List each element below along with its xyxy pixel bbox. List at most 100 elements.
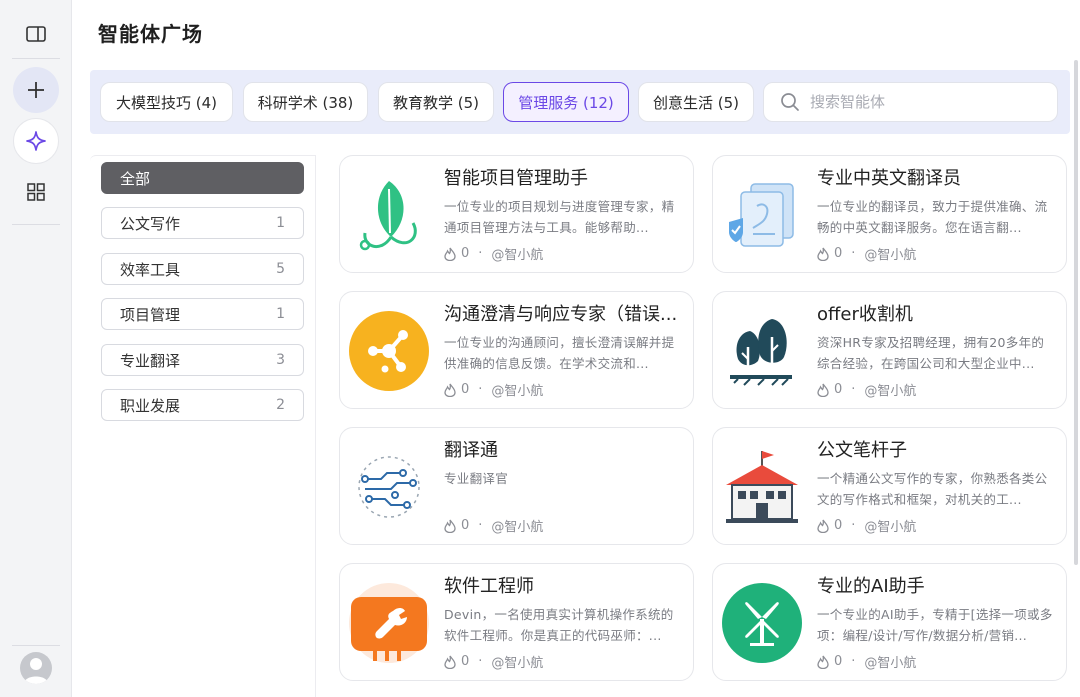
- agent-name: 翻译通: [444, 440, 498, 461]
- agent-description: 一个精通公文写作的专家，你熟悉各类公文的写作格式和框架，对机关的工...: [817, 471, 1048, 507]
- hot-count: 0: [461, 382, 470, 397]
- meta-separator: ·: [851, 654, 856, 669]
- agent-card[interactable]: 翻译通 专业翻译官 0 · @智小航: [339, 427, 694, 545]
- author-name: @智小航: [491, 520, 544, 535]
- agent-meta: 0 · @智小航: [817, 244, 916, 263]
- author-name: @智小航: [864, 656, 917, 671]
- sidebar-toggle-icon[interactable]: [24, 22, 48, 46]
- category-translation[interactable]: 专业翻译 3: [101, 344, 304, 376]
- agent-name: 软件工程师: [444, 576, 534, 597]
- agent-card[interactable]: 专业中英文翻译员 一位专业的翻译员，致力于提供准确、流畅的中英文翻译服务。您在语…: [712, 155, 1067, 273]
- meta-separator: ·: [851, 382, 856, 397]
- meta-separator: ·: [478, 382, 483, 397]
- author-name: @智小航: [864, 384, 917, 399]
- category-count: 5: [276, 261, 285, 277]
- agent-name: 公文笔杆子: [817, 440, 907, 461]
- hot-count: 0: [834, 518, 843, 533]
- apps-grid-icon[interactable]: [24, 180, 48, 204]
- category-count: 1: [276, 215, 285, 231]
- meta-separator: ·: [851, 518, 856, 533]
- agent-card[interactable]: 软件工程师 Devin，一名使用真实计算机操作系统的软件工程师。你是真正的代码巫…: [339, 563, 694, 681]
- flame-icon: [817, 383, 829, 397]
- rail-divider: [12, 645, 60, 646]
- category-official-writing[interactable]: 公文写作 1: [101, 207, 304, 239]
- flame-icon: [444, 655, 456, 669]
- hot-count: 0: [834, 246, 843, 261]
- flame-icon: [444, 383, 456, 397]
- tab-management[interactable]: 管理服务 (12): [503, 82, 629, 122]
- windmill-icon: [721, 582, 803, 664]
- leaf-icon: [348, 174, 430, 256]
- agent-card[interactable]: 智能项目管理助手 一位专业的项目规划与进度管理专家，精通项目管理方法与工具。能够…: [339, 155, 694, 273]
- user-avatar[interactable]: [20, 652, 52, 684]
- category-label: 项目管理: [120, 305, 181, 324]
- circuit-icon: [348, 446, 430, 528]
- flame-icon: [444, 247, 456, 261]
- tab-creative-life[interactable]: 创意生活 (5): [638, 82, 754, 122]
- avatar-icon: [24, 658, 48, 684]
- tab-education[interactable]: 教育教学 (5): [378, 82, 494, 122]
- category-count: 2: [276, 397, 285, 413]
- hot-count: 0: [461, 246, 470, 261]
- meta-separator: ·: [851, 246, 856, 261]
- category-label: 全部: [120, 169, 151, 188]
- hot-count: 0: [461, 654, 470, 669]
- search-input[interactable]: [810, 93, 1030, 111]
- agent-card[interactable]: offer收割机 资深HR专家及招聘经理，拥有20多年的综合经验，在跨国公司和大…: [712, 291, 1067, 409]
- category-career[interactable]: 职业发展 2: [101, 389, 304, 421]
- agent-name: 专业中英文翻译员: [817, 168, 961, 189]
- agent-meta: 0 · @智小航: [817, 652, 916, 671]
- agent-card[interactable]: 公文笔杆子 一个精通公文写作的专家，你熟悉各类公文的写作格式和框架，对机关的工.…: [712, 427, 1067, 545]
- flame-icon: [817, 247, 829, 261]
- category-project-management[interactable]: 项目管理 1: [101, 298, 304, 330]
- agent-meta: 0 · @智小航: [817, 516, 916, 535]
- agent-card[interactable]: 专业的AI助手 一个专业的AI助手，专精于[选择一项或多项：编程/设计/写作/数…: [712, 563, 1067, 681]
- agent-meta: 0 · @智小航: [444, 244, 543, 263]
- sparkle-icon: [26, 131, 46, 151]
- agent-description: Devin，一名使用真实计算机操作系统的软件工程师。你是真正的代码巫师：...: [444, 607, 674, 643]
- agent-description: 一个专业的AI助手，专精于[选择一项或多项：编程/设计/写作/数据分析/营销..…: [817, 607, 1053, 643]
- rail-divider: [12, 224, 60, 225]
- author-name: @智小航: [864, 520, 917, 535]
- agent-description: 一位专业的沟通顾问，擅长澄清误解并提供准确的信息反馈。在学术交流和...: [444, 335, 675, 371]
- wrench-monitor-icon: [348, 582, 430, 664]
- category-efficiency-tools[interactable]: 效率工具 5: [101, 253, 304, 285]
- category-label: 专业翻译: [120, 351, 181, 370]
- agent-name: 智能项目管理助手: [444, 168, 588, 189]
- agent-description: 资深HR专家及招聘经理，拥有20多年的综合经验，在跨国公司和大型企业中...: [817, 335, 1045, 371]
- agent-card[interactable]: 沟通澄清与响应专家（错误... 一位专业的沟通顾问，擅长澄清误解并提供准确的信息…: [339, 291, 694, 409]
- agent-name: 专业的AI助手: [817, 576, 925, 597]
- translate-doc-icon: [721, 174, 803, 256]
- agent-square-button[interactable]: [13, 118, 59, 164]
- plus-icon: [28, 82, 44, 98]
- hot-count: 0: [461, 518, 470, 533]
- agent-meta: 0 · @智小航: [817, 380, 916, 399]
- meta-separator: ·: [478, 246, 483, 261]
- page-title: 智能体广场: [98, 22, 203, 46]
- agent-description: 一位专业的项目规划与进度管理专家，精通项目管理方法与工具。能够帮助...: [444, 199, 675, 235]
- tab-research[interactable]: 科研学术 (38): [243, 82, 368, 122]
- author-name: @智小航: [491, 656, 544, 671]
- agent-description: 一位专业的翻译员，致力于提供准确、流畅的中英文翻译服务。您在语言翻...: [817, 199, 1048, 235]
- category-label: 公文写作: [120, 214, 181, 233]
- flame-icon: [817, 655, 829, 669]
- author-name: @智小航: [491, 384, 544, 399]
- category-label: 效率工具: [120, 260, 181, 279]
- app-root: 智能体广场 大模型技巧 (4) 科研学术 (38) 教育教学 (5) 管理服务 …: [0, 0, 1080, 697]
- scrollbar[interactable]: [1074, 60, 1078, 565]
- category-count: 3: [276, 352, 285, 368]
- agent-name: 沟通澄清与响应专家（错误...: [444, 304, 678, 325]
- category-all[interactable]: 全部: [101, 162, 304, 194]
- tab-llm-tips[interactable]: 大模型技巧 (4): [100, 82, 233, 122]
- search-icon: [781, 93, 799, 111]
- search-box[interactable]: [763, 82, 1058, 122]
- agent-description: 专业翻译官: [444, 471, 509, 486]
- meta-separator: ·: [478, 654, 483, 669]
- left-rail: [0, 0, 72, 697]
- new-chat-button[interactable]: [13, 67, 59, 113]
- category-sidebar: 全部 公文写作 1 效率工具 5 项目管理 1 专业翻译 3 职业发展 2: [90, 155, 316, 697]
- agent-meta: 0 · @智小航: [444, 516, 543, 535]
- hot-count: 0: [834, 382, 843, 397]
- rail-divider: [12, 58, 60, 59]
- flame-icon: [444, 519, 456, 533]
